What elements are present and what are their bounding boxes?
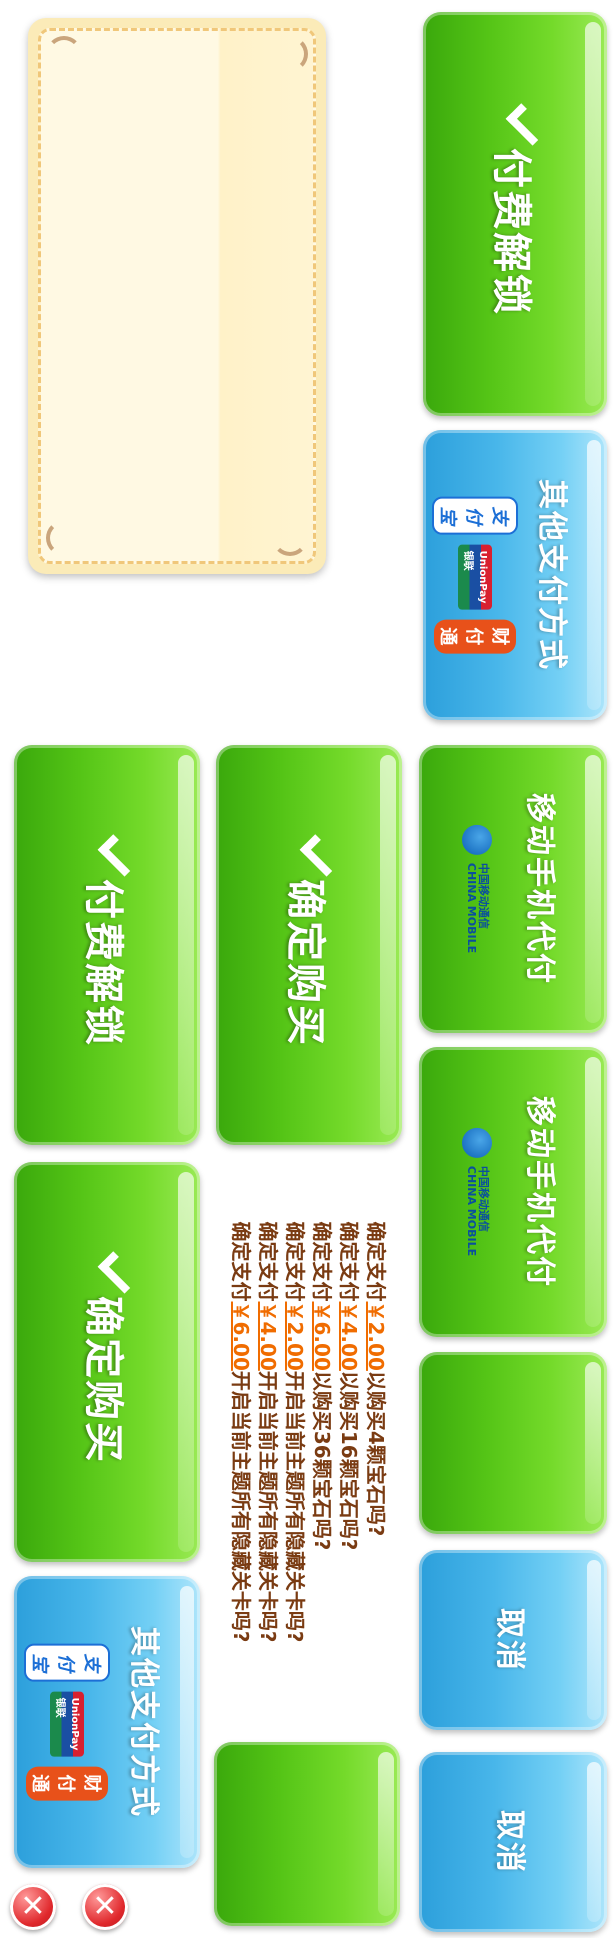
confirm-line-suffix: 开启当前主题所有隐藏关卡吗? [283, 1370, 307, 1643]
mobile-pay-button[interactable]: 移动手机代付 中国移动通信 CHINA MOBILE [419, 745, 607, 1033]
pay-unlock-label-wrap: 付费解锁 [78, 834, 141, 1047]
confirm-line-prefix: 确定支付 [337, 1221, 361, 1302]
confirm-line: 确定支付￥2.00以购买4颗宝石吗? [362, 1222, 389, 1643]
mobile-pay-label: 移动手机代付 [522, 1096, 557, 1288]
cancel-label: 取消 [492, 1608, 527, 1672]
china-mobile-cn: 中国移动通信 [477, 862, 490, 929]
corner-ornament-icon [272, 36, 308, 72]
confirm-line: 确定支付￥6.00开启当前主题所有隐藏关卡吗? [227, 1222, 254, 1643]
cancel-button-alt[interactable]: 取消 [419, 1752, 607, 1932]
confirm-line-price: ￥2.00 [283, 1301, 307, 1371]
payment-logos: 支付宝 UnionPay 银联 财付通 [24, 1643, 110, 1801]
blank-green-button[interactable] [419, 1352, 607, 1534]
blank-green-button-alt[interactable] [214, 1742, 400, 1926]
button-shine [585, 755, 601, 1023]
check-icon [505, 103, 549, 146]
china-mobile-logo-text: 中国移动通信 CHINA MOBILE [465, 1165, 490, 1257]
button-shine [178, 755, 194, 1135]
pay-unlock-label: 付费解锁 [80, 879, 126, 1047]
confirm-line: 确定支付￥4.00开启当前主题所有隐藏关卡吗? [254, 1222, 281, 1643]
button-shine [587, 440, 601, 710]
confirm-line-prefix: 确定支付 [310, 1221, 334, 1302]
china-mobile-icon [462, 1127, 492, 1158]
pay-unlock-label: 付费解锁 [488, 148, 534, 316]
other-payment-button-alt[interactable]: 其他支付方式 支付宝 UnionPay 银联 财付通 [14, 1576, 200, 1868]
confirm-line-suffix: 以购买4颗宝石吗? [364, 1370, 388, 1537]
button-shine [378, 1752, 394, 1916]
confirm-line: 确定支付￥2.00开启当前主题所有隐藏关卡吗? [281, 1222, 308, 1643]
confirm-line: 确定支付￥4.00以购买16颗宝石吗? [335, 1222, 362, 1643]
confirm-line-price: ￥6.00 [310, 1301, 334, 1371]
button-shine [178, 1172, 194, 1552]
check-icon [97, 834, 141, 877]
confirm-message-text: 确定支付￥2.00以购买4颗宝石吗? 确定支付￥4.00以购买16颗宝石吗? 确… [227, 1222, 389, 1643]
other-payment-label: 其他支付方式 [534, 479, 569, 671]
button-shine [587, 1762, 601, 1922]
china-mobile-en: CHINA MOBILE [465, 1165, 478, 1257]
dialog-panel-inner [38, 28, 316, 564]
china-mobile-logo: 中国移动通信 CHINA MOBILE [462, 1127, 492, 1257]
confirm-message-block: 确定支付￥2.00以购买4颗宝石吗? 确定支付￥4.00以购买16颗宝石吗? 确… [205, 1152, 411, 1712]
corner-ornament-icon [272, 520, 308, 556]
confirm-line-prefix: 确定支付 [256, 1221, 280, 1302]
corner-ornament-icon [46, 36, 82, 72]
confirm-line-suffix: 开启当前主题所有隐藏关卡吗? [229, 1370, 253, 1643]
other-payment-button[interactable]: 其他支付方式 支付宝 UnionPay 银联 财付通 [423, 430, 607, 720]
unionpay-logo: UnionPay 银联 [458, 544, 492, 610]
confirm-buy-button-alt[interactable]: 确定购买 [14, 1162, 200, 1562]
tenpay-logo: 财付通 [434, 619, 516, 654]
confirm-buy-label: 确定购买 [282, 879, 328, 1047]
confirm-line-price: ￥4.00 [337, 1301, 361, 1371]
china-mobile-icon [462, 824, 492, 855]
confirm-line-prefix: 确定支付 [364, 1221, 388, 1302]
china-mobile-logo-text: 中国移动通信 CHINA MOBILE [465, 862, 490, 954]
pay-unlock-button-alt[interactable]: 付费解锁 [14, 745, 200, 1145]
close-button[interactable]: ✕ [10, 1884, 56, 1930]
check-icon [97, 1251, 141, 1294]
other-payment-label: 其他支付方式 [126, 1626, 161, 1818]
dialog-background-panel [28, 18, 326, 574]
tenpay-logo: 财付通 [26, 1766, 108, 1801]
button-shine [587, 1560, 601, 1720]
confirm-buy-label: 确定购买 [80, 1296, 126, 1464]
confirm-line-suffix: 开启当前主题所有隐藏关卡吗? [256, 1370, 280, 1643]
alipay-logo: 支付宝 [432, 496, 518, 535]
confirm-line-price: ￥6.00 [229, 1301, 253, 1371]
payment-logos: 支付宝 UnionPay 银联 财付通 [432, 496, 518, 654]
confirm-line: 确定支付￥6.00以购买36颗宝石吗? [308, 1222, 335, 1643]
close-button-alt[interactable]: ✕ [82, 1884, 128, 1930]
close-icon: ✕ [20, 1889, 46, 1924]
button-shine [585, 1057, 601, 1327]
confirm-buy-label-wrap: 确定购买 [78, 1251, 141, 1464]
button-shine [585, 1362, 601, 1524]
confirm-buy-label-wrap: 确定购买 [280, 834, 343, 1047]
button-shine [380, 755, 396, 1135]
confirm-line-suffix: 以购买16颗宝石吗? [337, 1370, 361, 1551]
confirm-line-prefix: 确定支付 [283, 1221, 307, 1302]
corner-ornament-icon [46, 520, 82, 556]
mobile-pay-button-alt[interactable]: 移动手机代付 中国移动通信 CHINA MOBILE [419, 1047, 607, 1337]
unionpay-logo: UnionPay 银联 [50, 1691, 84, 1757]
confirm-buy-button[interactable]: 确定购买 [216, 745, 402, 1145]
button-shine [180, 1586, 194, 1858]
pay-unlock-label-wrap: 付费解锁 [486, 103, 549, 316]
check-icon [299, 834, 343, 877]
confirm-line-price: ￥4.00 [256, 1301, 280, 1371]
alipay-logo: 支付宝 [24, 1643, 110, 1682]
close-icon: ✕ [92, 1889, 118, 1924]
cancel-label: 取消 [492, 1810, 527, 1874]
pay-unlock-button[interactable]: 付费解锁 [423, 12, 607, 416]
confirm-line-price: ￥2.00 [364, 1301, 388, 1371]
confirm-line-prefix: 确定支付 [229, 1221, 253, 1302]
mobile-pay-label: 移动手机代付 [522, 793, 557, 985]
confirm-line-suffix: 以购买36颗宝石吗? [310, 1370, 334, 1551]
china-mobile-logo: 中国移动通信 CHINA MOBILE [462, 824, 492, 954]
button-shine [585, 22, 601, 406]
cancel-button[interactable]: 取消 [419, 1550, 607, 1730]
china-mobile-cn: 中国移动通信 [477, 1165, 490, 1232]
china-mobile-en: CHINA MOBILE [465, 862, 478, 954]
